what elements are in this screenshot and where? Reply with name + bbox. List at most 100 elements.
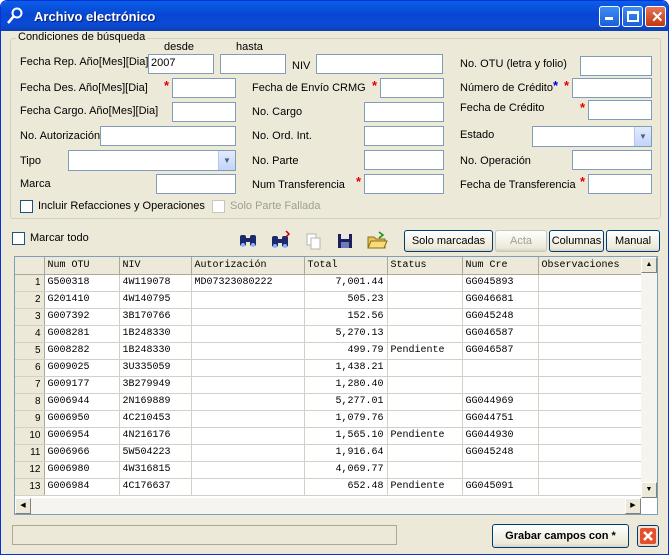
- table-cell[interactable]: G006984: [44, 478, 120, 496]
- table-cell[interactable]: [191, 376, 305, 394]
- table-cell[interactable]: G006950: [44, 410, 120, 428]
- table-cell[interactable]: [538, 478, 647, 496]
- table-cell[interactable]: G201410: [44, 291, 120, 309]
- column-header[interactable]: Status: [387, 257, 463, 275]
- table-cell[interactable]: 1,438.21: [304, 359, 388, 377]
- table-cell[interactable]: 2N169889: [119, 393, 192, 411]
- column-header[interactable]: Observaciones: [538, 257, 647, 275]
- table-cell[interactable]: G006944: [44, 393, 120, 411]
- table-cell[interactable]: 505.23: [304, 291, 388, 309]
- table-cell[interactable]: 499.79: [304, 342, 388, 360]
- table-cell[interactable]: G006954: [44, 427, 120, 445]
- table-cell[interactable]: G500318: [44, 274, 120, 292]
- table-cell[interactable]: 7,001.44: [304, 274, 388, 292]
- table-cell[interactable]: 5W504223: [119, 444, 192, 462]
- find-button[interactable]: [236, 230, 260, 252]
- table-cell[interactable]: 3B279949: [119, 376, 192, 394]
- fecha-rep-hasta-input[interactable]: [220, 54, 286, 74]
- table-cell[interactable]: [538, 342, 647, 360]
- grabar-campos-button[interactable]: Grabar campos con *: [492, 524, 629, 548]
- chevron-down-icon[interactable]: ▼: [218, 151, 235, 170]
- niv-input[interactable]: [316, 54, 443, 74]
- no-cargo-input[interactable]: [364, 102, 444, 122]
- find-next-button[interactable]: [268, 230, 292, 252]
- table-row[interactable]: 4 G008281 1B248330 5,270.13 GG046587: [15, 325, 647, 343]
- fecha-transferencia-input[interactable]: [588, 174, 652, 194]
- no-otu-input[interactable]: [580, 56, 652, 76]
- table-cell[interactable]: 4W119078: [119, 274, 192, 292]
- no-autorizacion-input[interactable]: [100, 126, 236, 146]
- row-number[interactable]: 11: [15, 444, 45, 462]
- table-cell[interactable]: 4,069.77: [304, 461, 388, 479]
- table-cell[interactable]: GG046587: [462, 325, 539, 343]
- table-row[interactable]: 9 G006950 4C210453 1,079.76 GG044751: [15, 410, 647, 428]
- table-cell[interactable]: [387, 461, 463, 479]
- table-cell[interactable]: GG044751: [462, 410, 539, 428]
- table-cell[interactable]: Pendiente: [387, 342, 463, 360]
- table-cell[interactable]: GG045248: [462, 308, 539, 326]
- minimize-button[interactable]: [599, 6, 620, 27]
- table-cell[interactable]: [538, 274, 647, 292]
- table-cell[interactable]: [538, 359, 647, 377]
- table-cell[interactable]: 1B248330: [119, 325, 192, 343]
- table-cell[interactable]: 1,916.64: [304, 444, 388, 462]
- column-header[interactable]: Num Cre: [462, 257, 539, 275]
- table-cell[interactable]: [462, 376, 539, 394]
- table-cell[interactable]: [387, 325, 463, 343]
- table-cell[interactable]: G009177: [44, 376, 120, 394]
- table-cell[interactable]: [191, 325, 305, 343]
- column-header[interactable]: Num OTU: [44, 257, 120, 275]
- table-cell[interactable]: [387, 274, 463, 292]
- table-cell[interactable]: 4W140795: [119, 291, 192, 309]
- table-cell[interactable]: [387, 291, 463, 309]
- manual-button[interactable]: Manual: [606, 230, 660, 252]
- table-cell[interactable]: [538, 308, 647, 326]
- scroll-up-icon[interactable]: ▲: [641, 257, 657, 273]
- no-ord-int-input[interactable]: [364, 126, 444, 146]
- table-cell[interactable]: Pendiente: [387, 427, 463, 445]
- table-cell[interactable]: [538, 427, 647, 445]
- table-cell[interactable]: 152.56: [304, 308, 388, 326]
- table-cell[interactable]: [191, 410, 305, 428]
- row-number[interactable]: 12: [15, 461, 45, 479]
- table-cell[interactable]: [191, 291, 305, 309]
- table-cell[interactable]: 1B248330: [119, 342, 192, 360]
- table-row[interactable]: 13 G006984 4C176637 652.48 Pendiente GG045091: [15, 478, 647, 496]
- table-cell[interactable]: 3U335059: [119, 359, 192, 377]
- table-cell[interactable]: MD07323080222: [191, 274, 305, 292]
- table-cell[interactable]: [462, 359, 539, 377]
- table-row[interactable]: 12 G006980 4W316815 4,069.77: [15, 461, 647, 479]
- exit-button[interactable]: [637, 525, 659, 547]
- table-row[interactable]: 10 G006954 4N216176 1,565.10 Pendiente GG0449…: [15, 427, 647, 445]
- table-cell[interactable]: [538, 325, 647, 343]
- maximize-button[interactable]: [622, 6, 643, 27]
- table-cell[interactable]: GG045893: [462, 274, 539, 292]
- table-cell[interactable]: [191, 444, 305, 462]
- table-row[interactable]: 8 G006944 2N169889 5,277.01 GG044969: [15, 393, 647, 411]
- table-cell[interactable]: [387, 410, 463, 428]
- table-cell[interactable]: 4C210453: [119, 410, 192, 428]
- row-number[interactable]: 4: [15, 325, 45, 343]
- table-cell[interactable]: 4W316815: [119, 461, 192, 479]
- table-row[interactable]: 7 G009177 3B279949 1,280.40: [15, 376, 647, 394]
- solo-marcadas-button[interactable]: Solo marcadas: [404, 230, 493, 252]
- no-operacion-input[interactable]: [572, 150, 652, 170]
- table-cell[interactable]: GG045248: [462, 444, 539, 462]
- fecha-credito-input[interactable]: [588, 100, 652, 120]
- table-cell[interactable]: GG044930: [462, 427, 539, 445]
- chevron-down-icon[interactable]: ▼: [634, 127, 651, 146]
- close-button[interactable]: ✕: [645, 6, 666, 27]
- column-header[interactable]: Autorización: [191, 257, 305, 275]
- table-row[interactable]: 3 G007392 3B170766 152.56 GG045248: [15, 308, 647, 326]
- table-cell[interactable]: GG046587: [462, 342, 539, 360]
- estado-select[interactable]: ▼: [532, 126, 652, 147]
- table-cell[interactable]: G008281: [44, 325, 120, 343]
- table-cell[interactable]: 652.48: [304, 478, 388, 496]
- table-cell[interactable]: 5,270.13: [304, 325, 388, 343]
- fecha-envio-input[interactable]: [380, 78, 444, 98]
- table-cell[interactable]: G009025: [44, 359, 120, 377]
- table-row[interactable]: 6 G009025 3U335059 1,438.21: [15, 359, 647, 377]
- table-cell[interactable]: 4C176637: [119, 478, 192, 496]
- table-cell[interactable]: [538, 291, 647, 309]
- row-number[interactable]: 3: [15, 308, 45, 326]
